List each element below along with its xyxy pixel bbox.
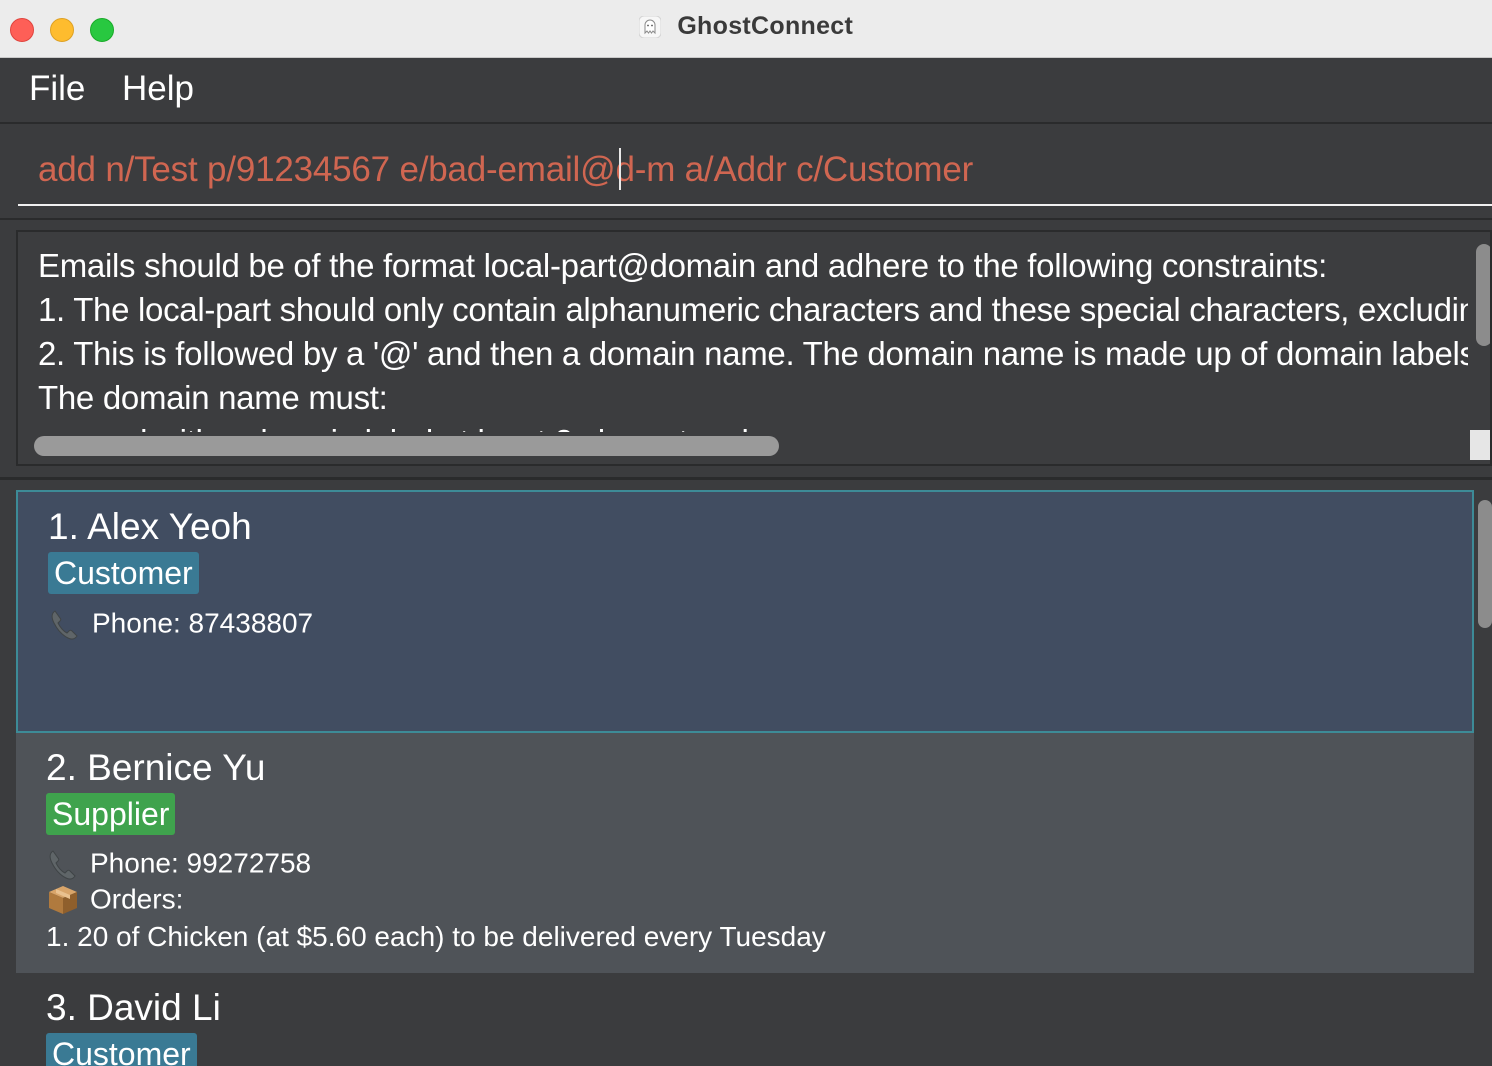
telephone-icon xyxy=(46,847,80,881)
title-wrap: GhostConnect xyxy=(0,12,1492,46)
result-display-area: Emails should be of the format local-par… xyxy=(0,220,1492,480)
command-input-text: add n/Test p/91234567 e/bad-email@d-m a/… xyxy=(38,150,974,189)
category-tag: Supplier xyxy=(46,793,176,835)
result-vertical-scrollbar[interactable] xyxy=(1476,244,1490,346)
person-name: 3. David Li xyxy=(46,987,221,1028)
window-title: GhostConnect xyxy=(677,12,854,40)
order-item: 1. 20 of Chicken (at $5.60 each) to be d… xyxy=(46,921,826,952)
menu-bar: File Help xyxy=(0,58,1492,124)
title-bar[interactable]: GhostConnect xyxy=(0,0,1492,58)
person-card[interactable]: 3. David Li Customer xyxy=(16,973,1474,1066)
result-horizontal-scrollbar[interactable] xyxy=(34,436,779,456)
person-list: 1. Alex Yeoh Customer Phone: 87438807 2.… xyxy=(0,480,1492,1066)
person-name: 1. Alex Yeoh xyxy=(48,506,252,547)
result-message: Emails should be of the format local-par… xyxy=(38,247,1468,432)
result-display[interactable]: Emails should be of the format local-par… xyxy=(16,230,1492,466)
phone-row: Phone: 87438807 xyxy=(48,606,313,641)
phone-text: Phone: 87438807 xyxy=(92,607,314,639)
orders-label: Orders: xyxy=(90,883,184,915)
phone-text: Phone: 99272758 xyxy=(90,847,312,879)
person-card[interactable]: 1. Alex Yeoh Customer Phone: 87438807 xyxy=(16,490,1474,733)
ghost-icon xyxy=(638,15,662,38)
phone-row: Phone: 99272758 xyxy=(46,846,311,881)
command-box-area: add n/Test p/91234567 e/bad-email@d-m a/… xyxy=(0,124,1492,220)
command-input[interactable]: add n/Test p/91234567 e/bad-email@d-m a/… xyxy=(18,124,1492,206)
telephone-icon xyxy=(48,607,82,641)
text-caret xyxy=(619,148,621,190)
category-tag: Customer xyxy=(48,552,199,594)
menu-help[interactable]: Help xyxy=(122,69,194,109)
person-card[interactable]: 2. Bernice Yu Supplier Phone: 99272758 O… xyxy=(16,733,1474,973)
person-name: 2. Bernice Yu xyxy=(46,747,266,788)
category-tag: Customer xyxy=(46,1033,197,1066)
package-icon xyxy=(46,883,80,917)
scroll-corner xyxy=(1470,430,1490,460)
app-window: GhostConnect File Help add n/Test p/9123… xyxy=(0,0,1492,1066)
menu-file[interactable]: File xyxy=(29,69,85,109)
list-vertical-scrollbar[interactable] xyxy=(1478,500,1492,628)
orders-row: Orders: xyxy=(46,882,183,917)
